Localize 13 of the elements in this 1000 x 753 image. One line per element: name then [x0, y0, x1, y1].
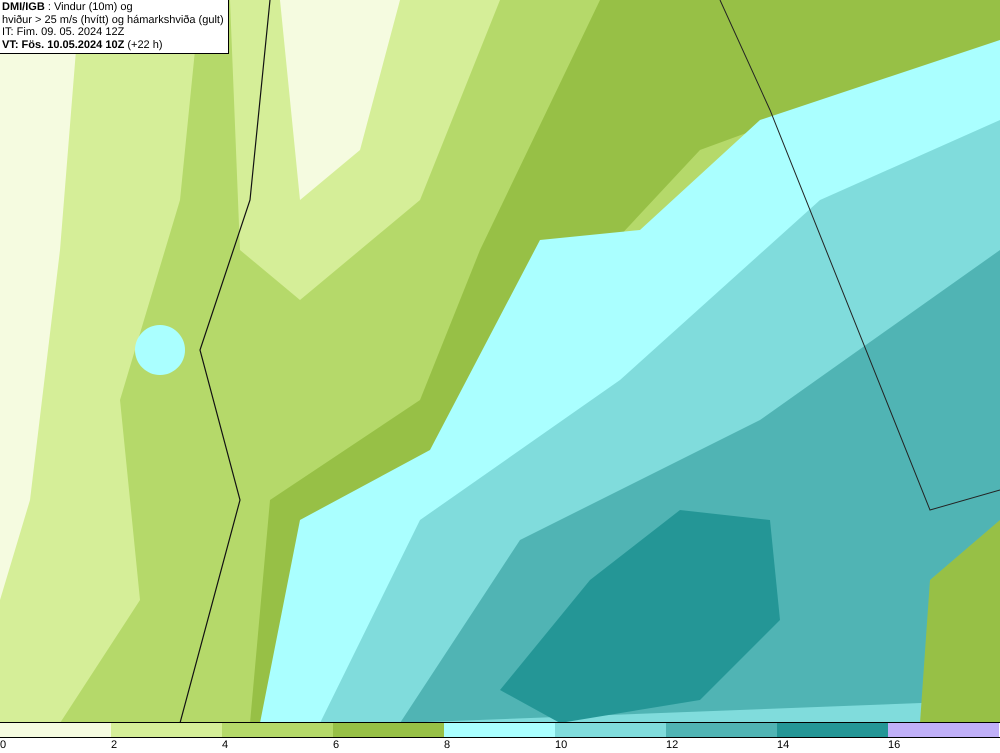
scale-label: 6 — [333, 738, 340, 753]
scale-label: 0 — [0, 738, 8, 753]
info-text: VT: Fös. 10.05.2024 10Z (+22 h) — [2, 38, 164, 51]
info-text: DMI/IGB : Vindur (10m) og — [2, 1, 134, 14]
scale-label: 16 — [888, 738, 902, 753]
info-text: IT: Fim. 09. 05. 2024 12Z — [2, 26, 126, 38]
scale-label: 14 — [777, 738, 790, 753]
scale-label: 10 — [555, 738, 568, 753]
info-text: hviður > 25 m/s (hvítt) og hámarkshviða (gult) — [2, 14, 224, 26]
scale-label: 12 — [666, 738, 680, 753]
scale-label: 4 — [222, 738, 230, 753]
scale-label: 8 — [444, 738, 452, 753]
scale-label: 2 — [111, 738, 118, 753]
